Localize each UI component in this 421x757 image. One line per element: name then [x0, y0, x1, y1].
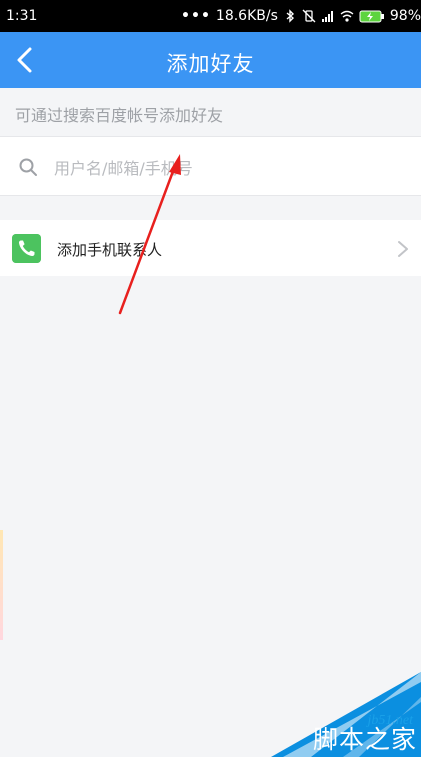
- wifi-icon: [340, 10, 354, 22]
- watermark: jb51.net 脚本之家: [271, 672, 421, 757]
- chevron-right-icon: [398, 241, 408, 257]
- network-speed: 18.6KB/s: [215, 8, 278, 24]
- status-bar: 1:31 ••• 18.6KB/s 98%: [0, 0, 421, 32]
- status-indicators: ••• 18.6KB/s 98%: [181, 8, 421, 24]
- page-title: 添加好友: [166, 52, 255, 76]
- watermark-name: 脚本之家: [312, 725, 417, 754]
- nav-bar: 添加好友: [0, 32, 421, 88]
- signal-icon: [321, 11, 333, 22]
- battery-charging-icon: [359, 10, 384, 22]
- status-dots: •••: [181, 8, 211, 24]
- add-phone-contacts-label: 添加手机联系人: [57, 241, 163, 259]
- battery-level: 98%: [389, 8, 421, 24]
- vibrate-off-icon: [302, 9, 316, 23]
- add-phone-contacts-row[interactable]: 添加手机联系人: [0, 220, 421, 276]
- left-edge-decoration: [0, 530, 3, 640]
- bluetooth-icon: [286, 9, 294, 23]
- search-icon: [19, 158, 37, 176]
- status-time: 1:31: [6, 8, 38, 24]
- search-input[interactable]: [52, 151, 396, 185]
- watermark-background: [271, 672, 421, 757]
- search-hint: 可通过搜索百度帐号添加好友: [15, 106, 224, 125]
- phone-icon: [12, 234, 41, 263]
- watermark-site: jb51.net: [367, 713, 414, 728]
- search-box: [0, 136, 421, 196]
